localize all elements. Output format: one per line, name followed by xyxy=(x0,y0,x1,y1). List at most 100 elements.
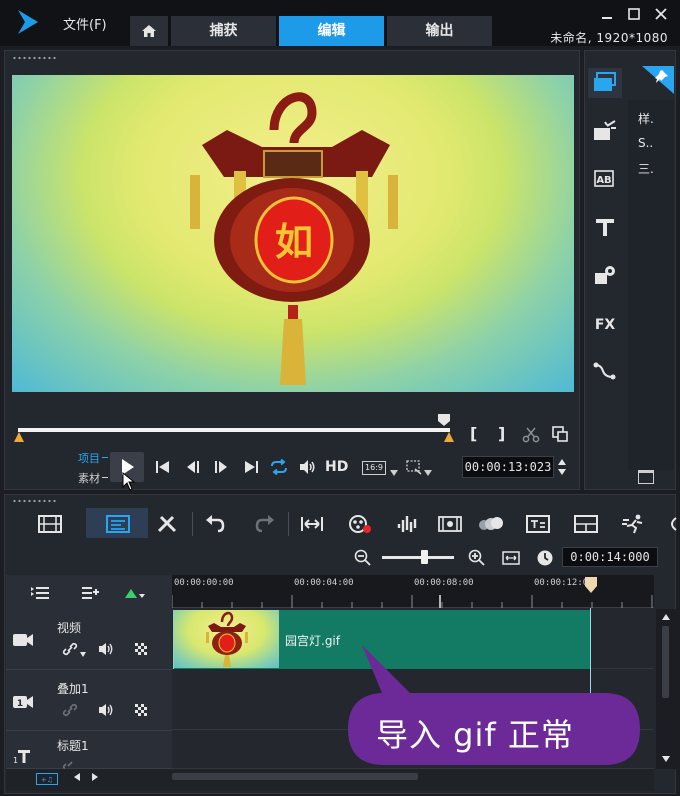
graphics-icon[interactable] xyxy=(593,264,617,286)
panel-grip[interactable] xyxy=(12,56,56,60)
scroll-right-icon[interactable] xyxy=(92,773,98,781)
home-icon xyxy=(142,25,156,37)
chevron-down-icon[interactable] xyxy=(80,652,86,657)
aspect-ratio-button[interactable]: 16:9 xyxy=(362,461,386,475)
library-item[interactable]: 三. xyxy=(638,160,654,177)
tab-capture[interactable]: 捕获 xyxy=(171,16,276,46)
add-track-small-icon[interactable]: +♫ xyxy=(36,773,58,785)
zoom-in-icon[interactable] xyxy=(468,549,486,567)
library-item[interactable]: S.. xyxy=(638,136,653,150)
mode-clip-label[interactable]: 素材 xyxy=(78,470,100,486)
scroll-down-icon[interactable] xyxy=(662,756,670,762)
trim-out-marker[interactable] xyxy=(444,432,454,442)
enlarge-preview-icon[interactable] xyxy=(552,426,568,442)
display-mode-icon[interactable] xyxy=(406,460,422,476)
multi-camera-icon[interactable] xyxy=(574,514,598,534)
chapter-cue-icon[interactable] xyxy=(124,586,146,602)
preview-video[interactable]: 如 xyxy=(12,75,574,392)
maximize-icon[interactable] xyxy=(627,8,641,20)
preview-timecode[interactable]: 00:00:13:023 xyxy=(462,456,554,478)
title-icon[interactable] xyxy=(593,216,617,238)
mosaic-icon[interactable] xyxy=(134,703,148,717)
zoom-slider[interactable] xyxy=(382,556,454,559)
timeline-view-icon[interactable] xyxy=(106,514,130,534)
ruler-tick-label: 00:00:00:00 xyxy=(174,578,234,588)
panel-grip[interactable] xyxy=(12,499,56,503)
transition-icon[interactable]: AB xyxy=(593,168,617,190)
go-to-end-icon[interactable] xyxy=(242,459,260,475)
link-icon[interactable] xyxy=(62,703,78,717)
close-icon[interactable] xyxy=(654,8,668,20)
track-name: 视频 xyxy=(57,621,82,635)
previous-frame-icon[interactable] xyxy=(184,459,202,475)
scroll-left-icon[interactable] xyxy=(74,773,80,781)
hd-preview-toggle[interactable]: HD xyxy=(325,459,348,475)
svg-text:如: 如 xyxy=(275,219,313,264)
volume-icon[interactable] xyxy=(298,459,316,475)
fit-project-icon[interactable] xyxy=(300,514,324,534)
trim-in-marker[interactable] xyxy=(14,432,24,442)
auto-music-icon[interactable] xyxy=(438,514,462,534)
repeat-icon[interactable] xyxy=(270,459,288,475)
ruler-tick-label: 00:00:08:00 xyxy=(414,578,474,588)
svg-text:FX: FX xyxy=(595,317,616,333)
toolbar-divider xyxy=(288,512,289,536)
tab-home[interactable] xyxy=(130,16,168,46)
library-item[interactable]: 样. xyxy=(638,110,654,127)
playhead-handle[interactable] xyxy=(585,577,597,593)
toolbox-icon[interactable] xyxy=(156,514,178,534)
scrubber-track[interactable] xyxy=(18,428,450,432)
scroll-up-icon[interactable] xyxy=(662,614,670,620)
time-remapping-icon[interactable] xyxy=(622,514,646,534)
sound-mixer-icon[interactable] xyxy=(396,514,420,534)
next-frame-icon[interactable] xyxy=(212,459,230,475)
undo-icon[interactable] xyxy=(204,514,226,534)
clock-icon xyxy=(537,550,553,566)
track-manager-icon[interactable] xyxy=(30,585,50,601)
video-track-icon xyxy=(13,634,33,646)
media-icon[interactable] xyxy=(593,72,617,94)
scissors-icon[interactable] xyxy=(522,426,540,444)
link-icon[interactable] xyxy=(62,642,78,656)
zoom-out-icon[interactable] xyxy=(354,549,372,567)
project-duration: 0:00:14:000 xyxy=(562,547,658,567)
instant-project-icon[interactable] xyxy=(593,120,617,142)
redo-icon[interactable] xyxy=(254,514,276,534)
mark-in-button[interactable]: [ xyxy=(470,424,477,443)
mode-project-label[interactable]: 项目 xyxy=(78,450,100,466)
fit-window-icon[interactable] xyxy=(502,549,520,567)
tab-edit[interactable]: 编辑 xyxy=(279,16,384,46)
mode-indicator-line xyxy=(102,457,108,458)
mark-out-button[interactable]: ] xyxy=(498,424,505,443)
pin-icon[interactable] xyxy=(642,66,674,94)
subtitle-editor-icon[interactable] xyxy=(526,514,550,534)
volume-icon[interactable] xyxy=(98,642,116,656)
add-track-icon[interactable] xyxy=(80,585,100,601)
more-tools-icon[interactable] xyxy=(666,514,678,534)
go-to-start-icon[interactable] xyxy=(154,459,172,475)
minimize-icon[interactable] xyxy=(600,8,614,20)
app-logo-icon xyxy=(18,10,38,34)
library-expand-icon[interactable] xyxy=(638,470,654,484)
horizontal-scrollbar-thumb[interactable] xyxy=(172,773,418,780)
chevron-down-icon[interactable] xyxy=(390,470,398,476)
chevron-down-icon[interactable] xyxy=(424,470,432,476)
fx-filter-icon[interactable]: FX xyxy=(593,312,617,334)
timecode-stepper[interactable] xyxy=(557,457,567,477)
motion-tracking-icon[interactable] xyxy=(478,514,504,534)
library-list xyxy=(628,100,674,470)
tab-output[interactable]: 输出 xyxy=(387,16,492,46)
menu-file[interactable]: 文件(F) xyxy=(63,14,107,33)
zoom-slider-handle[interactable] xyxy=(421,550,428,564)
path-motion-icon[interactable] xyxy=(593,360,617,382)
storyboard-view-icon[interactable] xyxy=(38,514,62,534)
volume-icon[interactable] xyxy=(98,703,116,717)
svg-text:1: 1 xyxy=(17,699,23,709)
title-track-icon: 1 xyxy=(13,750,30,764)
link-icon[interactable] xyxy=(62,759,78,769)
record-capture-icon[interactable] xyxy=(348,514,372,534)
svg-text:+♫: +♫ xyxy=(41,776,53,784)
scrubber-handle[interactable] xyxy=(438,414,450,426)
mosaic-icon[interactable] xyxy=(134,642,148,656)
vertical-scrollbar-thumb[interactable] xyxy=(662,626,669,698)
